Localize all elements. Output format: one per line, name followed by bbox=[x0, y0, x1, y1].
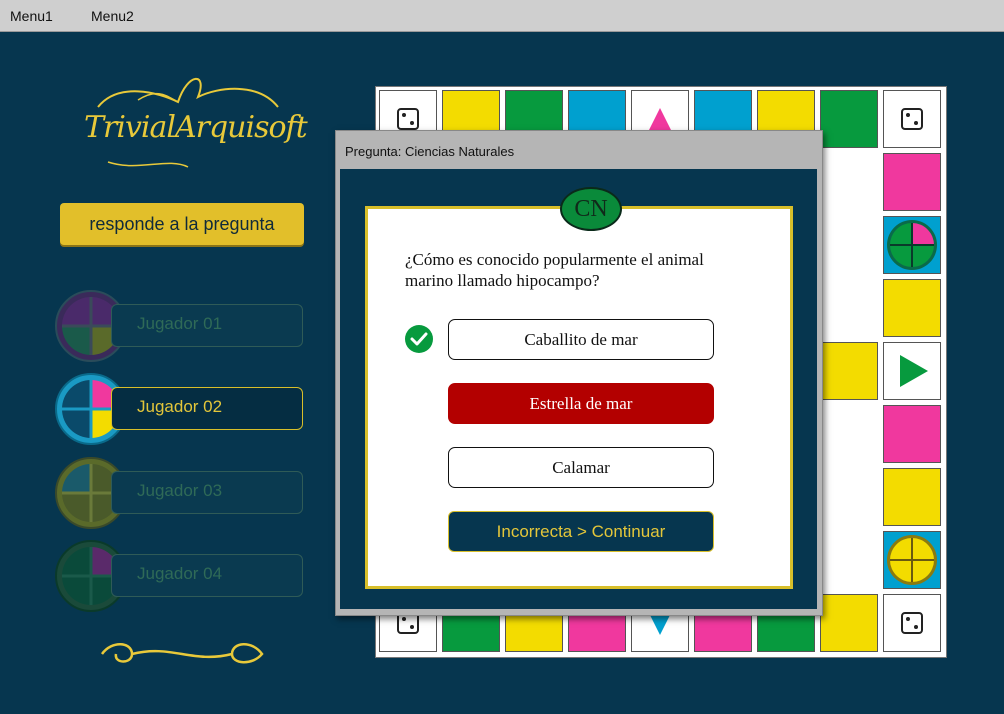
answer-prompt-button[interactable]: responde a la pregunta bbox=[60, 203, 304, 245]
question-text: ¿Cómo es conocido popularmente el animal… bbox=[405, 250, 704, 290]
player-2[interactable]: Jugador 02 bbox=[55, 373, 305, 445]
player-4[interactable]: Jugador 04 bbox=[55, 540, 305, 612]
board-cell[interactable] bbox=[820, 90, 878, 148]
wedge-token-icon bbox=[887, 535, 937, 585]
continue-button[interactable]: Incorrecta > Continuar bbox=[448, 511, 714, 552]
logo-text: TrivialArquisoft bbox=[84, 110, 308, 145]
wedge-token-icon bbox=[887, 220, 937, 270]
player-1[interactable]: Jugador 01 bbox=[55, 290, 305, 362]
board-cell[interactable] bbox=[883, 468, 941, 526]
check-circle-icon bbox=[405, 325, 433, 353]
board-cell[interactable] bbox=[883, 405, 941, 463]
play-triangle-icon bbox=[900, 355, 928, 387]
board-cell[interactable] bbox=[883, 279, 941, 337]
menu-item-2[interactable]: Menu2 bbox=[91, 8, 134, 24]
category-badge: CN bbox=[560, 187, 622, 231]
player-1-name: Jugador 01 bbox=[137, 314, 223, 333]
board-cell-special[interactable] bbox=[883, 342, 941, 400]
board-cell[interactable] bbox=[820, 594, 878, 652]
player-3-name: Jugador 03 bbox=[137, 481, 223, 500]
question-card: CN ¿Cómo es conocido popularmente el ani… bbox=[365, 187, 793, 589]
player-4-name: Jugador 04 bbox=[137, 564, 223, 583]
main-area: TrivialArquisoft responde a la pregunta … bbox=[0, 32, 1004, 714]
dice-icon bbox=[901, 108, 923, 130]
dice-icon bbox=[901, 612, 923, 634]
answer-option-3[interactable]: Calamar bbox=[448, 447, 714, 488]
board-cell[interactable] bbox=[883, 153, 941, 211]
menu-item-1[interactable]: Menu1 bbox=[10, 8, 53, 24]
answer-option-2[interactable]: Estrella de mar bbox=[448, 383, 714, 424]
board-cell-wedge[interactable] bbox=[883, 531, 941, 589]
ornament-flourish-icon bbox=[100, 643, 264, 664]
dialog-title: Pregunta: Ciencias Naturales bbox=[345, 144, 515, 159]
board-cell[interactable] bbox=[820, 342, 878, 400]
dialog-body: CN ¿Cómo es conocido popularmente el ani… bbox=[340, 169, 817, 609]
answer-option-1[interactable]: Caballito de mar bbox=[448, 319, 714, 360]
board-cell-wedge[interactable] bbox=[883, 216, 941, 274]
menu-bar: Menu1 Menu2 bbox=[0, 0, 1004, 32]
logo: TrivialArquisoft bbox=[78, 62, 308, 182]
question-dialog: Pregunta: Ciencias Naturales CN ¿Cómo es… bbox=[335, 130, 823, 616]
player-2-name: Jugador 02 bbox=[137, 397, 223, 416]
player-3[interactable]: Jugador 03 bbox=[55, 457, 305, 529]
